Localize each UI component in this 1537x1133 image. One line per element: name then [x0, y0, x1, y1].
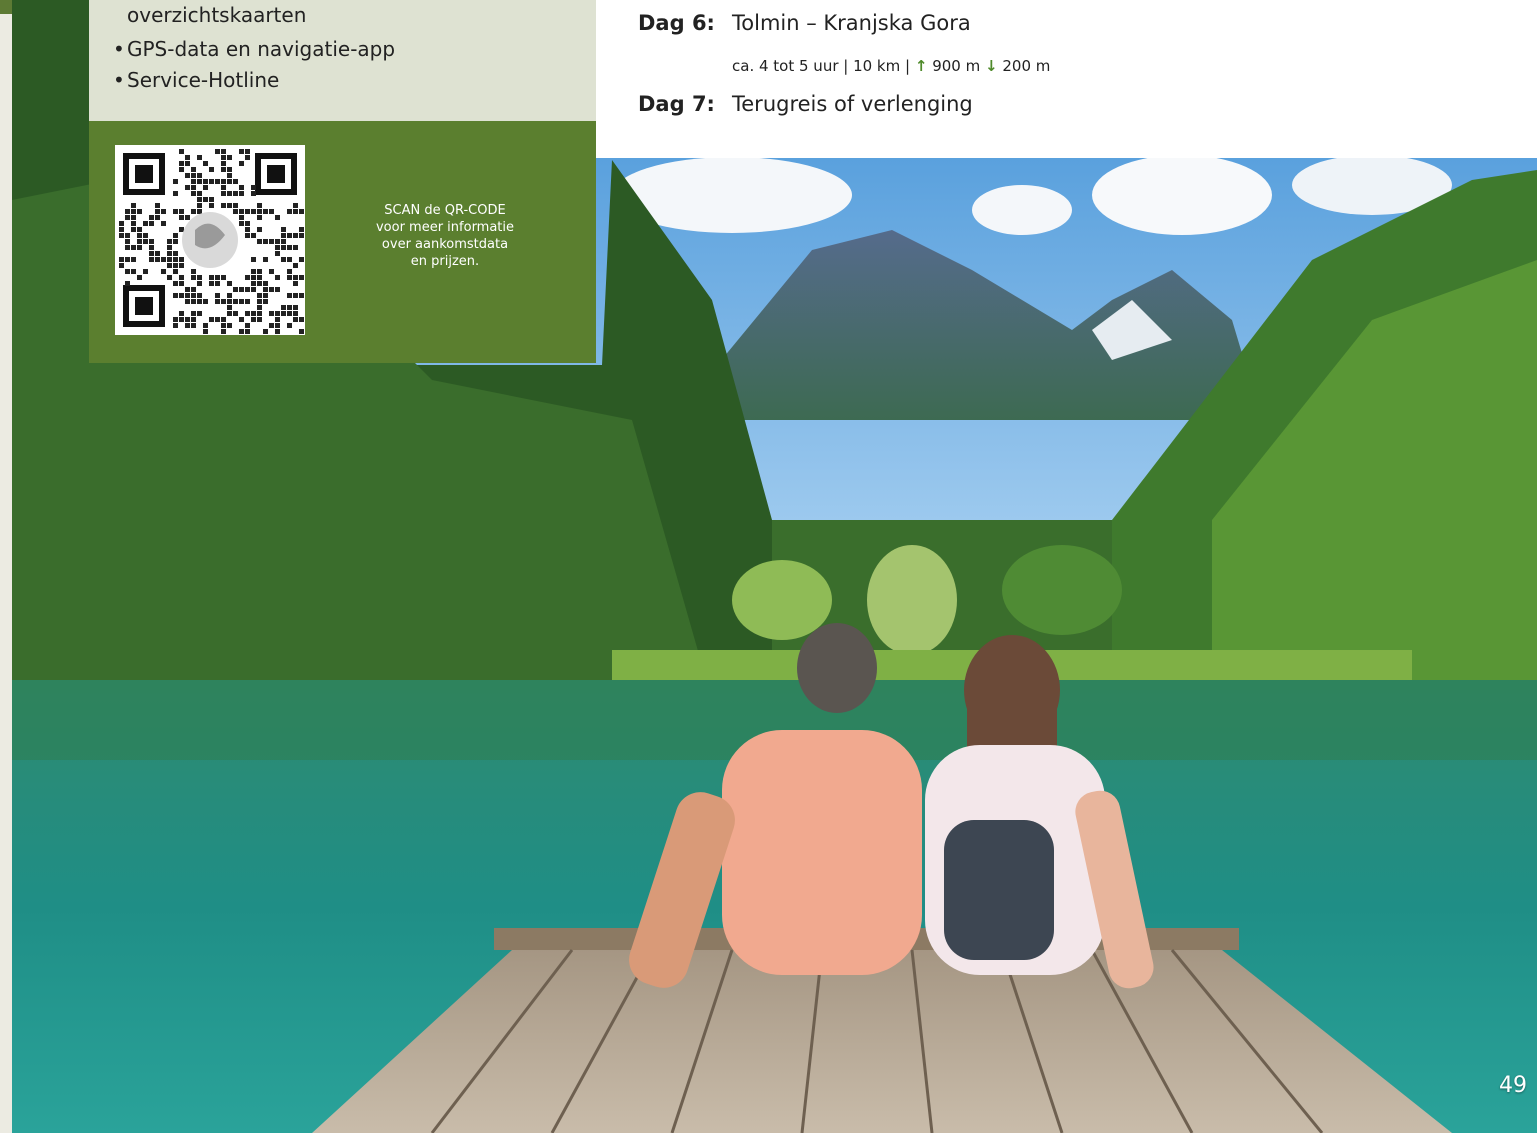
list-item: • GPS-data en navigatie-app	[113, 34, 395, 65]
bullet-icon: •	[113, 37, 125, 61]
features-panel: overzichtskaarten • GPS-data en navigatie…	[89, 0, 596, 121]
day-label: Dag 7:	[638, 92, 715, 116]
qr-caption-line: voor meer informatie	[375, 220, 515, 235]
qr-caption-line: over aankomstdata	[381, 237, 509, 252]
page-edge-corner	[0, 0, 12, 14]
ascent-arrow-icon: ↑	[914, 57, 928, 75]
list-item-label: Service-Hotline	[127, 68, 280, 92]
descent-value: 200 m	[1002, 57, 1051, 75]
ascent-value: 900 m	[932, 57, 981, 75]
day-title: Tolmin – Kranjska Gora	[732, 11, 971, 35]
day-6-stats: ca. 4 tot 5 uur | 10 km | ↑ 900 m ↓ 200 …	[732, 57, 1050, 75]
page-number: 49	[1499, 1073, 1527, 1098]
features-list: • GPS-data en navigatie-app • Service-Hotl…	[113, 34, 395, 96]
descent-arrow-icon: ↓	[985, 57, 998, 75]
qr-code-icon[interactable]	[115, 145, 305, 335]
qr-code-graphic	[115, 145, 305, 335]
day-7-row: Dag 7: Terugreis of verlenging	[638, 92, 973, 116]
page-edge	[0, 0, 12, 1133]
bullet-icon: •	[113, 68, 125, 92]
qr-panel: SCAN de QR-CODE voor meer informatie ove…	[89, 121, 596, 363]
itinerary-panel: Dag 6: Tolmin – Kranjska Gora ca. 4 tot 5…	[596, 0, 1537, 158]
list-item: • Service-Hotline	[113, 65, 395, 96]
stats-prefix: ca. 4 tot 5 uur | 10 km |	[732, 57, 911, 75]
day-6-row: Dag 6: Tolmin – Kranjska Gora	[638, 11, 971, 35]
features-continued-line: overzichtskaarten	[127, 3, 307, 27]
qr-caption-line: SCAN de QR-CODE	[384, 203, 506, 218]
list-item-label: GPS-data en navigatie-app	[127, 37, 396, 61]
qr-caption: SCAN de QR-CODE voor meer informatie ove…	[345, 202, 545, 270]
day-title: Terugreis of verlenging	[732, 92, 973, 116]
day-label: Dag 6:	[638, 11, 715, 35]
qr-caption-line: en prijzen.	[410, 254, 480, 269]
